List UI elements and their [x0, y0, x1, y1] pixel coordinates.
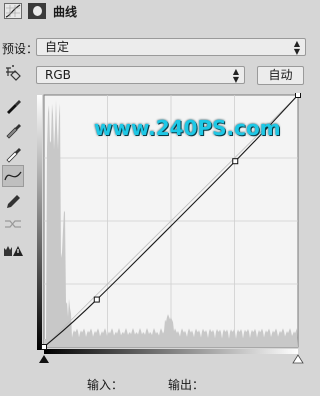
preset-select[interactable]: 自定 ▲ ▼ — [36, 38, 306, 56]
preset-label: 预设： — [2, 42, 39, 56]
on-image-adjust-icon[interactable] — [2, 62, 24, 84]
smooth-curve-icon[interactable] — [2, 213, 24, 235]
output-label: 输出： — [168, 378, 205, 392]
input-label: 输入： — [87, 378, 124, 392]
black-point-eyedropper-icon[interactable] — [2, 94, 24, 116]
watermark-text: www.240PS.com — [94, 116, 281, 140]
curves-adjustment-icon[interactable] — [4, 3, 22, 19]
preset-value: 自定 — [45, 40, 70, 54]
select-arrows-icon: ▲ ▼ — [232, 67, 239, 84]
curve-control-point[interactable] — [93, 296, 100, 303]
curve-control-point[interactable] — [232, 158, 239, 165]
pencil-draw-icon[interactable] — [2, 190, 24, 212]
white-input-slider-icon — [292, 354, 304, 364]
panel-title: 曲线 — [53, 5, 78, 19]
black-input-slider-icon — [39, 355, 49, 363]
curve-control-point[interactable] — [295, 92, 301, 98]
white-point-eyedropper-icon[interactable] — [2, 142, 24, 164]
curve-control-point[interactable] — [41, 344, 47, 350]
layer-mask-icon[interactable] — [28, 3, 46, 19]
auto-button[interactable]: 自动 — [257, 66, 304, 85]
input-gradient-bar — [44, 349, 298, 354]
channel-value: RGB — [45, 68, 71, 82]
channel-select[interactable]: RGB ▲ ▼ — [36, 66, 245, 84]
select-arrows-icon: ▲ ▼ — [293, 39, 300, 56]
curve-edit-icon[interactable] — [2, 165, 24, 187]
output-gradient-bar — [37, 95, 42, 350]
gray-point-eyedropper-icon[interactable] — [2, 118, 24, 140]
clipping-warning-icon[interactable] — [2, 238, 24, 260]
